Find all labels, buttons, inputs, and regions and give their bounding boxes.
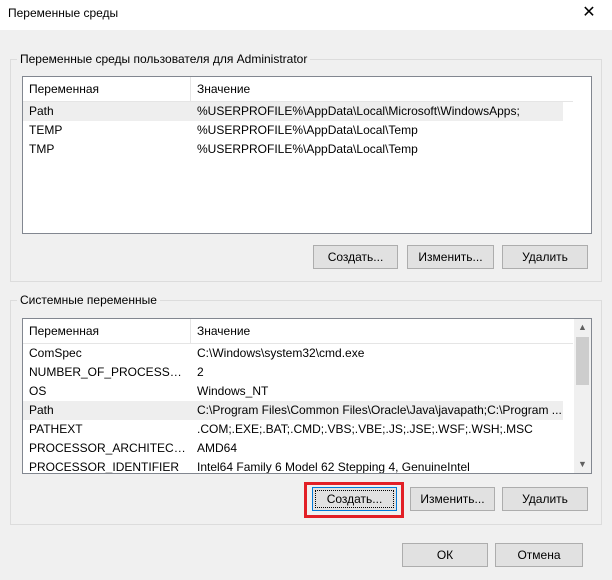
variable-name: PROCESSOR_IDENTIFIER bbox=[29, 460, 180, 474]
system-list-rows: ComSpec C:\Windows\system32\cmd.exe NUMB… bbox=[23, 344, 563, 474]
scroll-up-icon[interactable]: ▲ bbox=[574, 319, 591, 336]
list-row[interactable]: PROCESSOR_ARCHITECTURE AMD64 bbox=[23, 439, 563, 458]
variable-name: Path bbox=[29, 104, 54, 118]
title-bar: Переменные среды ✕ bbox=[0, 0, 612, 30]
variable-value: C:\Windows\system32\cmd.exe bbox=[197, 346, 365, 360]
list-row[interactable]: TEMP %USERPROFILE%\AppData\Local\Temp bbox=[23, 121, 563, 140]
column-header-variable[interactable]: Переменная bbox=[23, 77, 191, 101]
system-edit-button[interactable]: Изменить... bbox=[410, 487, 495, 511]
variable-name: ComSpec bbox=[29, 346, 82, 360]
user-create-button[interactable]: Создать... bbox=[313, 245, 398, 269]
variable-value: .COM;.EXE;.BAT;.CMD;.VBS;.VBE;.JS;.JSE;.… bbox=[197, 422, 533, 436]
variable-value: 2 bbox=[197, 365, 204, 379]
list-row[interactable]: PROCESSOR_IDENTIFIER Intel64 Family 6 Mo… bbox=[23, 458, 563, 474]
list-row[interactable]: PATHEXT .COM;.EXE;.BAT;.CMD;.VBS;.VBE;.J… bbox=[23, 420, 563, 439]
column-header-value[interactable]: Значение bbox=[191, 319, 250, 343]
ok-button[interactable]: ОК bbox=[402, 543, 488, 567]
list-row[interactable]: TMP %USERPROFILE%\AppData\Local\Temp bbox=[23, 140, 563, 159]
variable-name: Path bbox=[29, 403, 54, 417]
system-variables-list[interactable]: Переменная Значение ComSpec C:\Windows\s… bbox=[22, 318, 592, 474]
user-variables-legend: Переменные среды пользователя для Admini… bbox=[20, 52, 308, 66]
variable-value: %USERPROFILE%\AppData\Local\Temp bbox=[197, 142, 418, 156]
column-header-variable[interactable]: Переменная bbox=[23, 319, 191, 343]
variable-value: Windows_NT bbox=[197, 384, 269, 398]
close-icon[interactable]: ✕ bbox=[580, 4, 598, 22]
user-list-rows: Path %USERPROFILE%\AppData\Local\Microso… bbox=[23, 102, 563, 159]
variable-name: NUMBER_OF_PROCESSORS bbox=[29, 365, 191, 379]
user-delete-button[interactable]: Удалить bbox=[502, 245, 588, 269]
cancel-button[interactable]: Отмена bbox=[495, 543, 583, 567]
list-row[interactable]: OS Windows_NT bbox=[23, 382, 563, 401]
variable-value: %USERPROFILE%\AppData\Local\Microsoft\Wi… bbox=[197, 104, 520, 118]
variable-value: AMD64 bbox=[197, 441, 238, 455]
system-create-button[interactable]: Создать... bbox=[312, 487, 397, 511]
variable-name: TMP bbox=[29, 142, 55, 156]
user-list-header: Переменная Значение bbox=[23, 77, 573, 102]
variable-value: C:\Program Files\Common Files\Oracle\Jav… bbox=[197, 403, 562, 417]
column-header-value[interactable]: Значение bbox=[191, 77, 250, 101]
list-row[interactable]: Path C:\Program Files\Common Files\Oracl… bbox=[23, 401, 563, 420]
variable-name: TEMP bbox=[29, 123, 63, 137]
variable-value: %USERPROFILE%\AppData\Local\Temp bbox=[197, 123, 418, 137]
variable-name: PATHEXT bbox=[29, 422, 83, 436]
variable-name: OS bbox=[29, 384, 47, 398]
list-row[interactable]: NUMBER_OF_PROCESSORS 2 bbox=[23, 363, 563, 382]
scroll-thumb[interactable] bbox=[576, 337, 589, 385]
user-variables-list[interactable]: Переменная Значение Path %USERPROFILE%\A… bbox=[22, 76, 592, 234]
vertical-scrollbar[interactable]: ▲ ▼ bbox=[574, 319, 591, 473]
variable-value: Intel64 Family 6 Model 62 Stepping 4, Ge… bbox=[197, 460, 470, 474]
system-list-header: Переменная Значение bbox=[23, 319, 573, 344]
system-variables-legend: Системные переменные bbox=[20, 293, 157, 307]
scroll-down-icon[interactable]: ▼ bbox=[574, 456, 591, 473]
variable-name: PROCESSOR_ARCHITECTURE bbox=[29, 441, 191, 455]
list-row[interactable]: ComSpec C:\Windows\system32\cmd.exe bbox=[23, 344, 563, 363]
system-delete-button[interactable]: Удалить bbox=[502, 487, 588, 511]
window-title: Переменные среды bbox=[8, 6, 119, 20]
user-edit-button[interactable]: Изменить... bbox=[407, 245, 494, 269]
list-row[interactable]: Path %USERPROFILE%\AppData\Local\Microso… bbox=[23, 102, 563, 121]
